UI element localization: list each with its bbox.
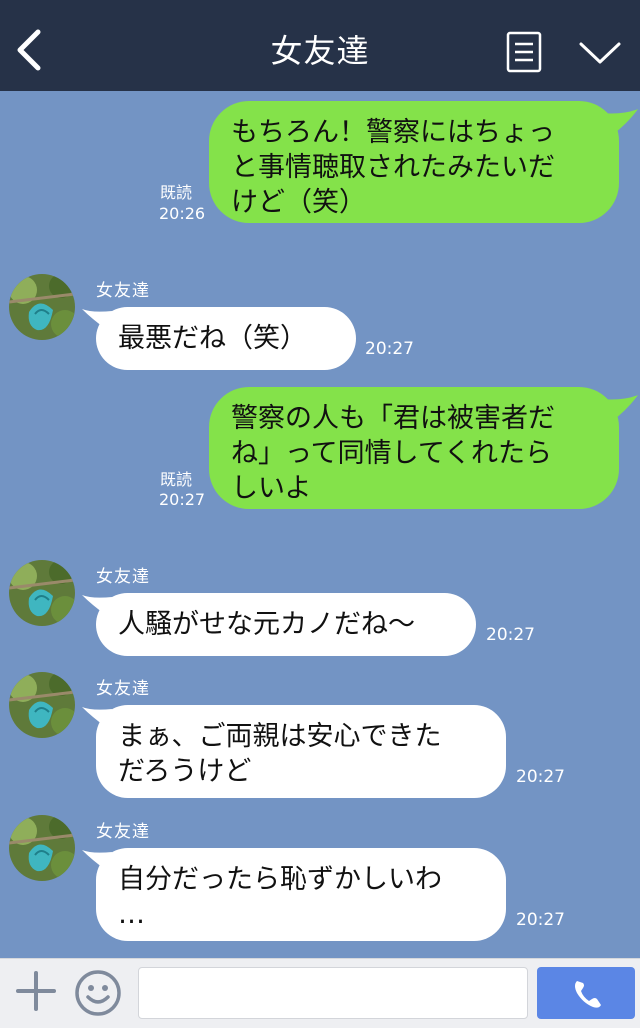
avatar-image xyxy=(9,560,75,626)
avatar-image xyxy=(9,815,75,881)
smiley-icon[interactable] xyxy=(74,969,122,1017)
chat-title: 女友達 xyxy=(270,32,370,70)
received-bubble[interactable]: 人騒がせな元カノだね〜 xyxy=(96,593,476,656)
message-input[interactable] xyxy=(138,967,528,1019)
sender-name: 女友達 xyxy=(96,679,150,699)
message-line: ね」って同情してくれたら xyxy=(231,438,553,469)
message-line: … xyxy=(118,899,145,930)
message-line: 自分だったら恥ずかしいわ xyxy=(118,864,442,895)
sent-bubble[interactable]: 警察の人も「君は被害者だ ね」って同情してくれたら しいよ xyxy=(209,387,619,509)
input-bar xyxy=(0,958,640,1028)
message-line: けど（笑） xyxy=(231,187,366,218)
timestamp: 20:27 xyxy=(486,625,535,645)
chat-header: 女友達 xyxy=(0,0,640,91)
sender-name: 女友達 xyxy=(96,281,150,301)
menu-list-icon[interactable] xyxy=(506,31,542,73)
chevron-down-icon[interactable] xyxy=(578,36,622,68)
sender-name: 女友達 xyxy=(96,822,150,842)
avatar-image xyxy=(9,672,75,738)
sender-name: 女友達 xyxy=(96,567,150,587)
plus-icon[interactable] xyxy=(14,969,58,1013)
message-line: と事情聴取されたみたいだ xyxy=(231,152,555,183)
call-button[interactable] xyxy=(537,967,635,1019)
message-line: しいよ xyxy=(231,473,312,504)
received-bubble[interactable]: まぁ、ご両親は安心できた だろうけど xyxy=(96,705,506,798)
read-receipt: 既読 xyxy=(160,470,193,489)
avatar-image xyxy=(9,274,75,340)
timestamp: 20:27 xyxy=(516,767,565,787)
message-line: 最悪だね（笑） xyxy=(118,323,307,354)
sent-bubble[interactable]: もちろん！警察にはちょっ と事情聴取されたみたいだ けど（笑） xyxy=(209,101,619,223)
message-line: 人騒がせな元カノだね〜 xyxy=(118,609,415,640)
avatar[interactable] xyxy=(9,560,75,626)
timestamp: 20:27 xyxy=(159,490,206,509)
avatar[interactable] xyxy=(9,815,75,881)
timestamp: 20:27 xyxy=(516,910,565,930)
message-line: もちろん！警察にはちょっ xyxy=(231,117,555,148)
timestamp: 20:27 xyxy=(365,339,414,359)
read-receipt: 既読 xyxy=(160,183,193,202)
message-line: まぁ、ご両親は安心できた xyxy=(118,721,442,752)
avatar[interactable] xyxy=(9,672,75,738)
phone-icon xyxy=(575,981,601,1008)
timestamp: 20:26 xyxy=(159,204,206,223)
message-line: 警察の人も「君は被害者だ xyxy=(231,403,555,434)
chat-area[interactable]: もちろん！警察にはちょっ と事情聴取されたみたいだ けど（笑） 既読 20:26… xyxy=(0,91,640,958)
message-line: だろうけど xyxy=(118,756,252,787)
received-bubble[interactable]: 自分だったら恥ずかしいわ … xyxy=(96,848,506,941)
received-bubble[interactable]: 最悪だね（笑） xyxy=(96,307,356,370)
avatar[interactable] xyxy=(9,274,75,340)
